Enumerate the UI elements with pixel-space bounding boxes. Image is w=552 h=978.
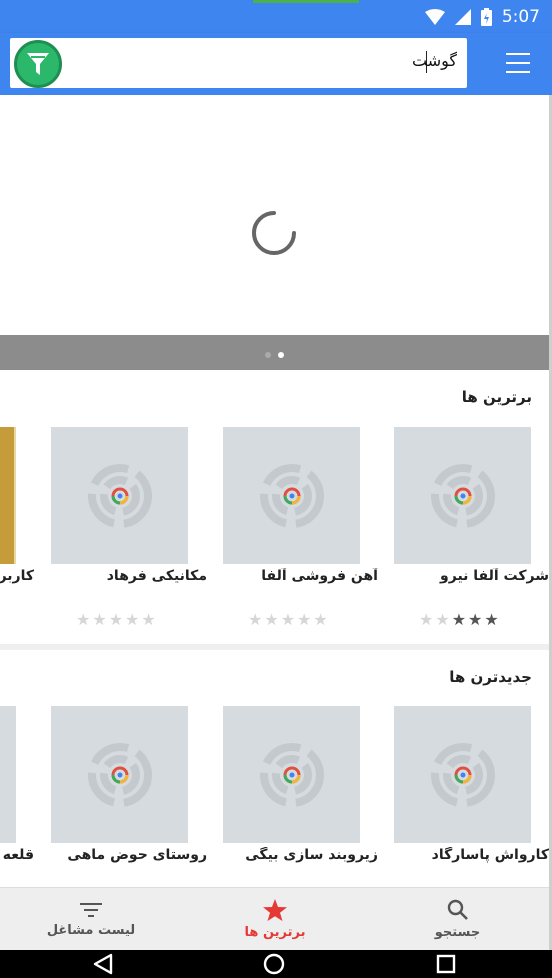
- star-icon: [263, 899, 287, 921]
- rating-stars: ★ ★ ★ ★ ★: [76, 610, 156, 629]
- nav-business-list[interactable]: لیست مشاغل: [40, 888, 142, 951]
- search-icon: [447, 899, 468, 920]
- bottom-navigation: لیست مشاغل برترین ها جستجو: [0, 887, 549, 950]
- filter-button[interactable]: [14, 40, 62, 88]
- section-divider: [0, 644, 549, 650]
- banner-dot-active[interactable]: [278, 352, 284, 358]
- filter-list-icon: [80, 903, 102, 917]
- wifi-icon: [424, 9, 445, 25]
- card-name[interactable]: شرکت آلفا نیرو: [420, 568, 549, 584]
- card-image[interactable]: [394, 706, 531, 843]
- home-icon[interactable]: [263, 953, 285, 975]
- star-icon: ★: [264, 610, 279, 629]
- menu-icon-line: [506, 71, 530, 73]
- star-icon: ★: [108, 610, 124, 629]
- filter-icon: [27, 53, 49, 75]
- placeholder-logo-icon: [87, 742, 152, 807]
- status-bar: 5:07: [0, 0, 552, 33]
- banner-indicator-bar: [0, 335, 549, 370]
- placeholder-logo-icon: [87, 463, 152, 528]
- card-image[interactable]: [51, 427, 188, 564]
- star-icon: ★: [484, 610, 499, 629]
- battery-icon: [480, 8, 492, 26]
- recents-icon[interactable]: [436, 954, 456, 974]
- status-bar-indicator: [253, 0, 359, 3]
- star-icon: ★: [125, 610, 140, 629]
- nav-label: جستجو: [434, 925, 481, 940]
- rating-stars: ★ ★ ★ ★ ★: [419, 610, 499, 629]
- star-icon: ★: [435, 610, 450, 629]
- card-name[interactable]: مکانیکی فرهاد: [51, 568, 207, 584]
- card-image[interactable]: [394, 427, 531, 564]
- status-icons: 5:07: [424, 7, 540, 27]
- star-icon: ★: [419, 610, 434, 629]
- app-bar: گوشت: [0, 33, 552, 95]
- nav-top-rated[interactable]: برترین ها: [225, 888, 325, 951]
- section-title-new: جدیدترن ها: [449, 668, 532, 686]
- card-name[interactable]: کارواش پاسارگاد: [420, 847, 549, 863]
- placeholder-logo-icon: [430, 463, 495, 528]
- banner-dot[interactable]: [265, 352, 271, 358]
- search-input[interactable]: گوشت: [10, 38, 467, 88]
- card-image[interactable]: [223, 706, 360, 843]
- star-icon: ★: [248, 610, 263, 629]
- placeholder-logo-icon: [259, 463, 324, 528]
- menu-icon-line: [506, 62, 530, 64]
- star-icon: ★: [451, 610, 467, 629]
- star-icon: ★: [141, 610, 156, 629]
- card-image-partial[interactable]: [0, 427, 16, 564]
- status-time: 5:07: [501, 7, 540, 27]
- search-query: گوشت: [412, 51, 457, 70]
- card-image-partial[interactable]: [0, 706, 16, 843]
- nav-label: برترین ها: [244, 925, 306, 940]
- menu-button[interactable]: [506, 53, 530, 73]
- rating-stars: ★ ★ ★ ★ ★: [248, 610, 328, 629]
- system-navigation-bar: [0, 950, 552, 978]
- star-icon: ★: [468, 610, 483, 629]
- card-name[interactable]: آهن فروشی آلفا: [223, 568, 378, 584]
- star-icon: ★: [313, 610, 328, 629]
- section-title-top: برترین ها: [461, 388, 532, 406]
- card-image[interactable]: [223, 427, 360, 564]
- nav-search[interactable]: جستجو: [410, 888, 505, 951]
- placeholder-logo-icon: [430, 742, 495, 807]
- card-name[interactable]: زیروبند سازی بیگی: [223, 847, 378, 863]
- signal-icon: [454, 9, 471, 25]
- card-name[interactable]: روستای حوض ماهی: [51, 847, 207, 863]
- back-icon[interactable]: [92, 953, 114, 975]
- nav-label: لیست مشاغل: [46, 923, 136, 938]
- star-icon: ★: [280, 610, 296, 629]
- card-image[interactable]: [51, 706, 188, 843]
- star-icon: ★: [76, 610, 91, 629]
- menu-icon-line: [506, 53, 530, 55]
- card-name[interactable]: قلعه تاریخی: [0, 847, 34, 863]
- star-icon: ★: [297, 610, 312, 629]
- card-name[interactable]: کاربراتور: [0, 568, 34, 584]
- loading-spinner-icon: [252, 211, 296, 255]
- star-icon: ★: [92, 610, 107, 629]
- placeholder-logo-icon: [259, 742, 324, 807]
